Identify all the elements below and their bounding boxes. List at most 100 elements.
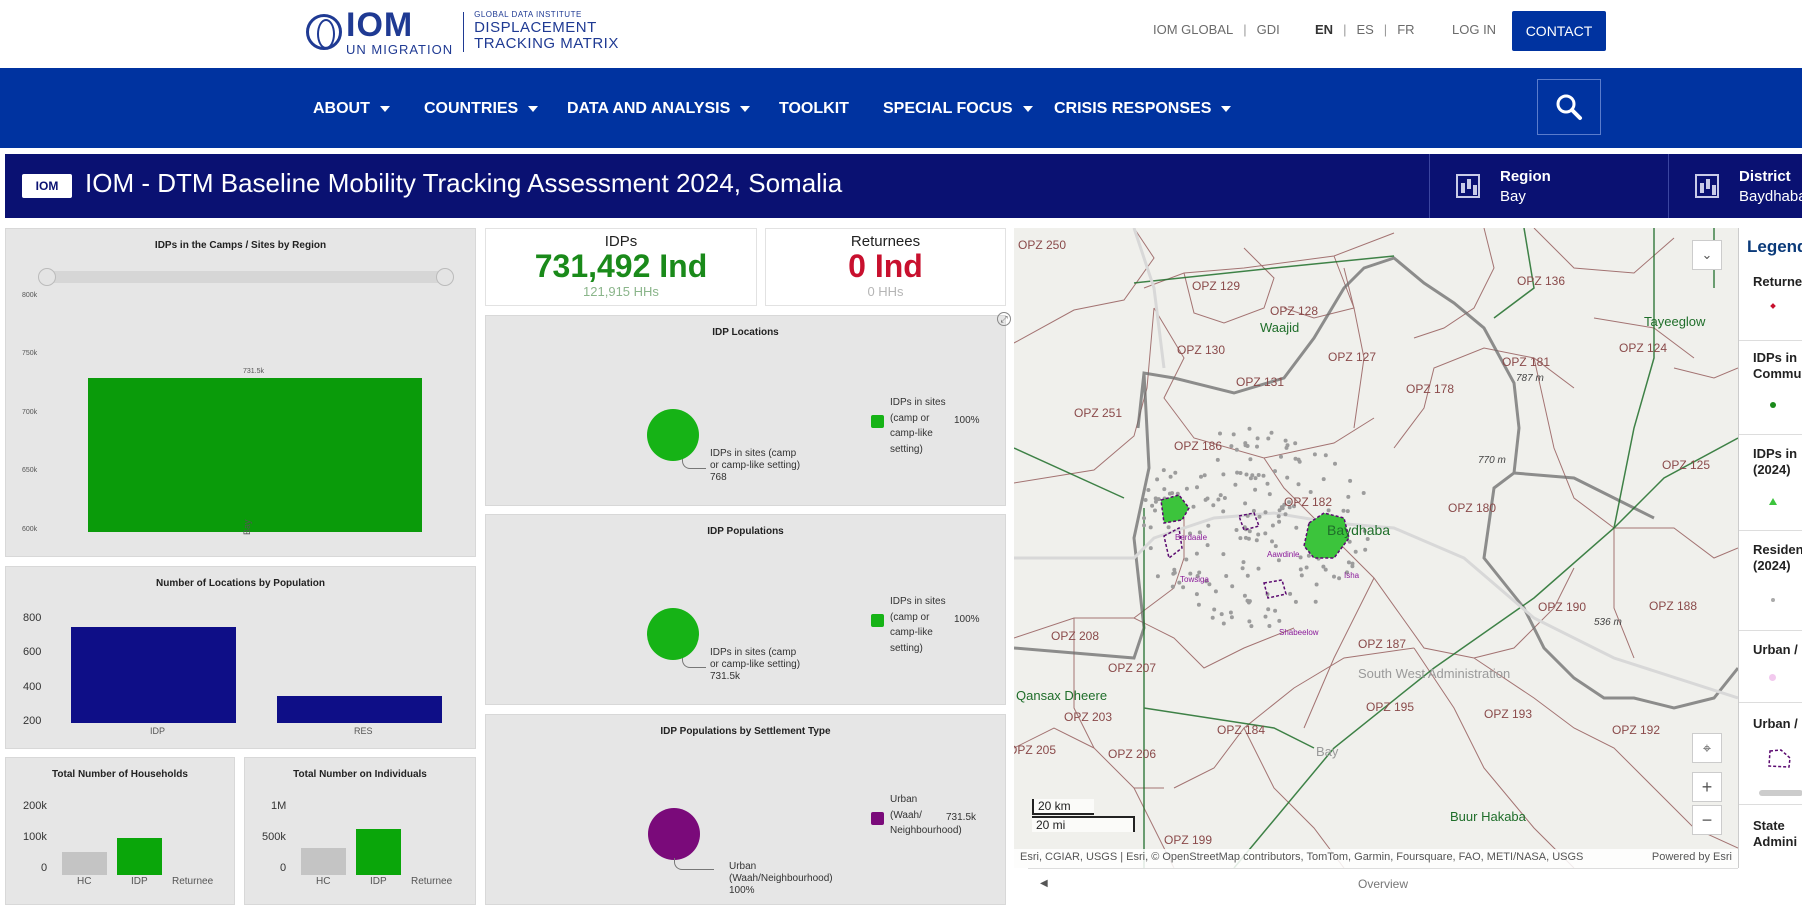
idp-site-point[interactable] <box>1153 496 1158 501</box>
zoom-in-button[interactable]: + <box>1692 772 1722 802</box>
legend-scrollbar[interactable] <box>1759 790 1802 796</box>
idp-site-point[interactable] <box>1205 496 1210 501</box>
idp-site-point[interactable] <box>1224 574 1229 578</box>
idp-site-point[interactable] <box>1350 564 1355 569</box>
nav-about[interactable]: ABOUT <box>313 100 390 118</box>
login-link[interactable]: LOG IN <box>1452 22 1496 37</box>
idp-site-point[interactable] <box>1266 436 1271 441</box>
powered-by-esri[interactable]: Powered by Esri <box>1652 851 1732 866</box>
idp-site-point[interactable] <box>1348 478 1353 483</box>
idp-site-point[interactable] <box>1155 477 1160 482</box>
idp-site-point[interactable] <box>1184 557 1189 562</box>
idp-site-point[interactable] <box>1221 621 1226 626</box>
idp-site-point[interactable] <box>1346 560 1351 565</box>
idp-site-point[interactable] <box>1279 454 1283 459</box>
idp-site-point[interactable] <box>1218 431 1222 436</box>
idp-site-point[interactable] <box>1270 539 1274 544</box>
idp-site-point[interactable] <box>1143 498 1148 502</box>
idp-site-point[interactable] <box>1242 593 1247 598</box>
idp-site-point[interactable] <box>1240 566 1245 571</box>
idp-site-point[interactable] <box>1205 543 1210 548</box>
idp-site-point[interactable] <box>1284 445 1289 450</box>
idp-site-point[interactable] <box>1230 584 1235 589</box>
idp-site-point[interactable] <box>1247 529 1252 534</box>
bar-idp[interactable] <box>71 627 236 723</box>
idp-site-point[interactable] <box>1245 573 1250 578</box>
idp-site-point[interactable] <box>1167 491 1172 496</box>
idp-site-point[interactable] <box>1361 491 1366 495</box>
idp-site-point[interactable] <box>1312 452 1317 457</box>
idp-site-point[interactable] <box>1197 570 1202 575</box>
idp-site-point[interactable] <box>1218 493 1223 498</box>
idp-site-point[interactable] <box>1304 565 1309 570</box>
filter-district[interactable]: District Baydhaba <box>1668 154 1802 218</box>
idp-site-point[interactable] <box>1255 444 1259 449</box>
idp-site-point[interactable] <box>1313 599 1318 604</box>
idp-site-point[interactable] <box>1341 508 1346 513</box>
link-gdi[interactable]: GDI <box>1257 22 1280 37</box>
idp-site-point[interactable] <box>1285 475 1290 480</box>
nav-countries[interactable]: COUNTRIES <box>424 100 539 118</box>
bar-idp[interactable] <box>356 829 401 875</box>
idp-site-point[interactable] <box>1181 585 1186 590</box>
idp-site-point[interactable] <box>1288 591 1293 596</box>
idp-site-point[interactable] <box>1228 610 1233 615</box>
legend-item[interactable]: IDPs in sites (camp or camp-like setting… <box>871 395 980 457</box>
idp-site-point[interactable] <box>1254 538 1259 543</box>
idp-site-point[interactable] <box>1219 612 1224 617</box>
locate-button[interactable]: ⌖ <box>1692 733 1722 763</box>
idp-site-point[interactable] <box>1276 514 1281 519</box>
idp-site-point[interactable] <box>1298 567 1303 572</box>
idp-site-point[interactable] <box>1333 461 1337 466</box>
contact-button[interactable]: CONTACT <box>1512 11 1606 51</box>
idp-site-point[interactable] <box>1293 599 1298 604</box>
nav-toolkit[interactable]: TOOLKIT <box>779 100 849 118</box>
idp-site-point[interactable] <box>1202 473 1207 478</box>
slider-handle-left[interactable] <box>38 268 56 286</box>
idp-site-point[interactable] <box>1293 456 1298 461</box>
idp-site-point[interactable] <box>1345 509 1350 514</box>
idp-site-point[interactable] <box>1353 549 1358 554</box>
iom-dtm-logo[interactable]: IOM UN MIGRATION GLOBAL DATA INSTITUTE D… <box>306 8 619 56</box>
idp-site-point[interactable] <box>1148 525 1153 530</box>
idp-site-point[interactable] <box>1267 624 1272 628</box>
idp-site-point[interactable] <box>1283 438 1288 443</box>
idp-site-point[interactable] <box>1253 476 1258 481</box>
idp-site-point[interactable] <box>1323 453 1328 458</box>
filter-region[interactable]: Region Bay <box>1429 154 1668 218</box>
idp-site-point[interactable] <box>1255 436 1260 441</box>
idp-site-point[interactable] <box>1257 514 1262 519</box>
idp-site-point[interactable] <box>1148 546 1153 551</box>
idp-site-point[interactable] <box>1267 492 1272 497</box>
idp-site-point[interactable] <box>1168 474 1173 479</box>
lang-es[interactable]: ES <box>1356 22 1373 37</box>
idp-site-point[interactable] <box>1216 497 1221 502</box>
idp-site-point[interactable] <box>1238 536 1243 541</box>
lang-fr[interactable]: FR <box>1397 22 1414 37</box>
idp-site-point[interactable] <box>1153 508 1157 513</box>
bar-hc[interactable] <box>62 852 107 875</box>
idp-site-point[interactable] <box>1265 481 1270 486</box>
idp-site-point[interactable] <box>1248 476 1253 481</box>
idp-site-point[interactable] <box>1233 482 1238 487</box>
idp-site-point[interactable] <box>1256 532 1261 537</box>
idp-site-point[interactable] <box>1299 573 1304 578</box>
idp-site-point[interactable] <box>1234 528 1239 532</box>
idp-site-point[interactable] <box>1221 509 1226 514</box>
idp-site-point[interactable] <box>1173 470 1178 475</box>
idp-site-point[interactable] <box>1273 469 1277 474</box>
idp-site-point[interactable] <box>1297 459 1302 464</box>
idp-site-point[interactable] <box>1170 584 1175 589</box>
idp-site-point[interactable] <box>1247 426 1252 431</box>
idp-site-point[interactable] <box>1261 473 1266 478</box>
overview-bar[interactable]: ◀ Overview <box>1028 868 1738 898</box>
nav-data-and-analysis[interactable]: DATA AND ANALYSIS <box>567 100 751 118</box>
idp-site-point[interactable] <box>1221 472 1226 477</box>
idp-site-point[interactable] <box>1184 486 1189 491</box>
idp-site-point[interactable] <box>1212 607 1217 612</box>
idp-site-point[interactable] <box>1332 574 1336 579</box>
bar-bay[interactable] <box>88 378 422 532</box>
idp-site-point[interactable] <box>1229 444 1234 449</box>
idp-site-point[interactable] <box>1231 432 1236 437</box>
idp-site-point[interactable] <box>1247 599 1252 604</box>
